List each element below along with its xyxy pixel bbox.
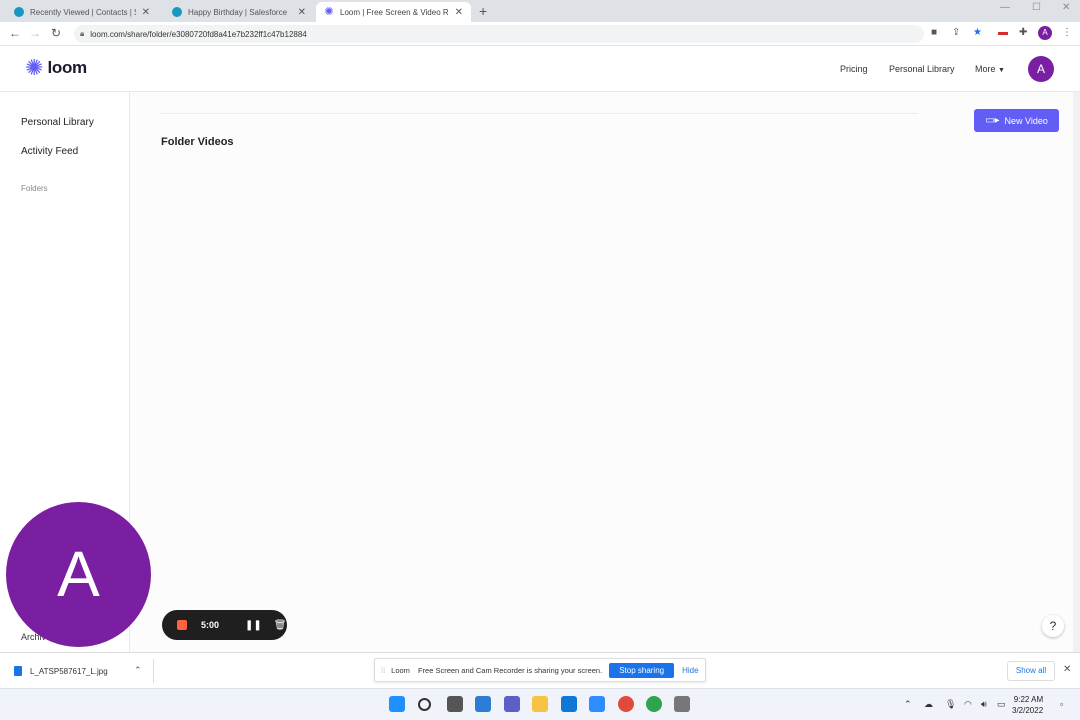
- browser-tab-strip: Recently Viewed | Contacts | Sale ✕ Happ…: [0, 0, 1080, 22]
- share-source: Loom: [391, 665, 410, 675]
- system-clock[interactable]: 9:22 AM 3/2/2022: [1012, 694, 1043, 716]
- share-icon[interactable]: ⇪: [952, 27, 960, 38]
- browser-profile-avatar[interactable]: A: [1038, 26, 1052, 40]
- loom-logo[interactable]: ✺ loom: [25, 55, 87, 80]
- user-avatar[interactable]: A: [1028, 56, 1054, 82]
- new-video-button[interactable]: ▭▸ New Video: [974, 109, 1059, 132]
- nav-personal-library[interactable]: Personal Library: [889, 64, 955, 74]
- minimize-icon[interactable]: —: [1000, 2, 1010, 13]
- scrollbar[interactable]: [1073, 92, 1080, 652]
- show-all-button[interactable]: Show all: [1007, 661, 1055, 681]
- salesforce-cloud-icon: [172, 7, 182, 17]
- trash-icon[interactable]: 🗑︎: [274, 620, 287, 631]
- zoom-icon[interactable]: [589, 696, 605, 712]
- windows-taskbar: ⌃ ☁ 🎙︎ ◠ 🔊︎ ▭ 9:22 AM 3/2/2022 ▫: [0, 688, 1080, 720]
- chevron-up-icon[interactable]: ⌃: [134, 665, 142, 676]
- clock-time: 9:22 AM: [1013, 695, 1044, 704]
- extension-icon[interactable]: ▬: [998, 27, 1008, 38]
- stop-sharing-button[interactable]: Stop sharing: [609, 662, 675, 678]
- sidebar-item-activity-feed[interactable]: Activity Feed: [21, 146, 78, 157]
- download-item[interactable]: L_ATSP587617_L.jpg: [14, 666, 108, 676]
- new-video-label: New Video: [1004, 115, 1048, 126]
- download-file-name: L_ATSP587617_L.jpg: [30, 666, 108, 676]
- share-message: Free Screen and Cam Recorder is sharing …: [417, 665, 603, 675]
- reload-icon[interactable]: ↻: [51, 26, 61, 40]
- task-view-icon[interactable]: [447, 696, 463, 712]
- tab-label: Happy Birthday | Salesforce: [188, 7, 288, 17]
- window-close-icon[interactable]: ✕: [1062, 2, 1070, 13]
- widgets-icon[interactable]: [475, 696, 491, 712]
- download-shelf: L_ATSP587617_L.jpg ⌃ ⁞⁞ Loom Free Screen…: [0, 652, 1080, 688]
- help-button[interactable]: ?: [1042, 615, 1064, 637]
- camera-indicator-icon[interactable]: ■: [931, 27, 937, 38]
- salesforce-cloud-icon: [14, 7, 24, 17]
- nav-more-label: More: [975, 64, 996, 74]
- sidebar-folders-heading: Folders: [21, 184, 48, 193]
- puzzle-extensions-icon[interactable]: ✚: [1019, 27, 1027, 38]
- tab-label: Loom | Free Screen & Video Reco: [340, 7, 449, 17]
- bookmark-star-icon[interactable]: ★: [973, 27, 982, 38]
- main-content: Folder Videos ▭▸ New Video ?: [130, 92, 1073, 652]
- divider: [161, 113, 918, 114]
- folder-title: Folder Videos: [161, 136, 234, 148]
- file-explorer-icon[interactable]: [532, 696, 548, 712]
- browser-toolbar: ← → ↻ 🔒︎ loom.com/share/folder/e3080720f…: [0, 22, 1080, 46]
- nav-more[interactable]: More ▼: [975, 64, 1005, 74]
- close-icon[interactable]: ✕: [1063, 664, 1071, 675]
- loom-logo-icon: ✺: [25, 55, 44, 80]
- video-camera-icon: ▭▸: [985, 115, 1000, 126]
- address-bar[interactable]: 🔒︎ loom.com/share/folder/e3080720fd8a41e…: [74, 25, 924, 43]
- close-icon[interactable]: ✕: [298, 7, 306, 18]
- loom-logo-icon: ✺: [324, 6, 334, 18]
- wifi-icon[interactable]: ◠: [964, 699, 972, 710]
- pause-icon[interactable]: ❚❚: [245, 620, 262, 631]
- close-icon[interactable]: ✕: [455, 7, 463, 18]
- notification-icon[interactable]: ▫: [1060, 699, 1063, 709]
- image-file-icon: [14, 666, 22, 676]
- close-icon[interactable]: ✕: [142, 7, 150, 18]
- sidebar-item-personal-library[interactable]: Personal Library: [21, 117, 94, 128]
- screen-share-notification: ⁞⁞ Loom Free Screen and Cam Recorder is …: [374, 658, 706, 682]
- battery-icon[interactable]: ▭: [997, 699, 1006, 710]
- tab-salesforce-birthday[interactable]: Happy Birthday | Salesforce ✕: [164, 2, 314, 22]
- stop-recording-button[interactable]: [177, 620, 187, 630]
- logo-wordmark: loom: [47, 58, 87, 77]
- mail-icon[interactable]: [561, 696, 577, 712]
- clock-date: 3/2/2022: [1012, 706, 1044, 715]
- app-header: ✺ loom Pricing Personal Library More ▼ A: [0, 46, 1080, 92]
- url-text: loom.com/share/folder/e3080720fd8a41e7b2…: [90, 29, 307, 39]
- search-icon[interactable]: [418, 698, 431, 711]
- slack-icon[interactable]: [646, 696, 662, 712]
- recording-timer: 5:00: [201, 620, 220, 630]
- nav-pricing[interactable]: Pricing: [840, 64, 868, 74]
- chrome-icon[interactable]: [618, 696, 634, 712]
- camera-bubble[interactable]: A: [6, 502, 151, 647]
- divider: [153, 659, 154, 683]
- microphone-icon[interactable]: 🎙︎: [945, 699, 956, 710]
- maximize-icon[interactable]: ☐: [1032, 2, 1041, 13]
- tab-salesforce-contacts[interactable]: Recently Viewed | Contacts | Sale ✕: [6, 2, 158, 22]
- chevron-up-icon[interactable]: ⌃: [904, 699, 912, 710]
- tab-label: Recently Viewed | Contacts | Sale: [30, 7, 136, 17]
- caret-down-icon: ▼: [998, 67, 1005, 74]
- new-tab-plus-icon[interactable]: +: [479, 3, 487, 19]
- drag-handle-icon[interactable]: ⁞⁞: [381, 666, 385, 675]
- tab-loom[interactable]: ✺ Loom | Free Screen & Video Reco ✕: [316, 2, 471, 22]
- teams-chat-icon[interactable]: [504, 696, 520, 712]
- menu-kebab-icon[interactable]: ⋮: [1062, 27, 1072, 38]
- hide-button[interactable]: Hide: [682, 666, 698, 675]
- lock-icon: 🔒︎: [80, 29, 85, 38]
- recorder-controls: 5:00 ❚❚ 🗑︎: [162, 610, 287, 640]
- back-arrow-icon[interactable]: ←: [9, 26, 21, 40]
- windows-start-icon[interactable]: [389, 696, 405, 712]
- volume-icon[interactable]: 🔊︎: [981, 699, 987, 710]
- forward-arrow-icon[interactable]: →: [29, 26, 41, 40]
- onedrive-cloud-icon[interactable]: ☁: [924, 699, 933, 710]
- app-icon[interactable]: [674, 696, 690, 712]
